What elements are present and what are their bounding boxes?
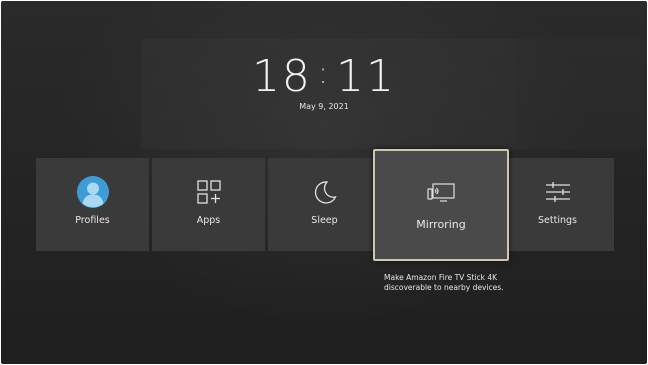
- focused-tile-description: Make Amazon Fire TV Stick 4K discoverabl…: [384, 273, 504, 292]
- tile-profiles[interactable]: Profiles: [36, 158, 149, 251]
- clock-hours: 18: [251, 51, 312, 102]
- tile-sleep[interactable]: Sleep: [268, 158, 381, 251]
- moon-icon: [268, 176, 381, 208]
- tile-profiles-label: Profiles: [75, 215, 110, 226]
- clock-minutes: 11: [336, 51, 397, 102]
- tile-settings[interactable]: Settings: [501, 158, 614, 251]
- clock-colon: :: [317, 56, 331, 91]
- tile-settings-label: Settings: [538, 215, 577, 226]
- clock: 18:11: [1, 48, 647, 103]
- tv-home-screen: 18:11 May 9, 2021 Profiles Apps Sleep Se…: [1, 1, 647, 364]
- tile-apps[interactable]: Apps: [152, 158, 265, 251]
- date: May 9, 2021: [299, 102, 349, 111]
- sliders-icon: [501, 176, 614, 208]
- tile-apps-label: Apps: [196, 215, 221, 226]
- screen-mirroring-icon: [375, 177, 507, 209]
- tile-sleep-label: Sleep: [311, 215, 338, 226]
- tile-mirroring-label: Mirroring: [416, 218, 466, 231]
- tile-mirroring[interactable]: Mirroring: [373, 149, 509, 261]
- profile-avatar-icon: [36, 176, 149, 208]
- apps-grid-icon: [152, 176, 265, 208]
